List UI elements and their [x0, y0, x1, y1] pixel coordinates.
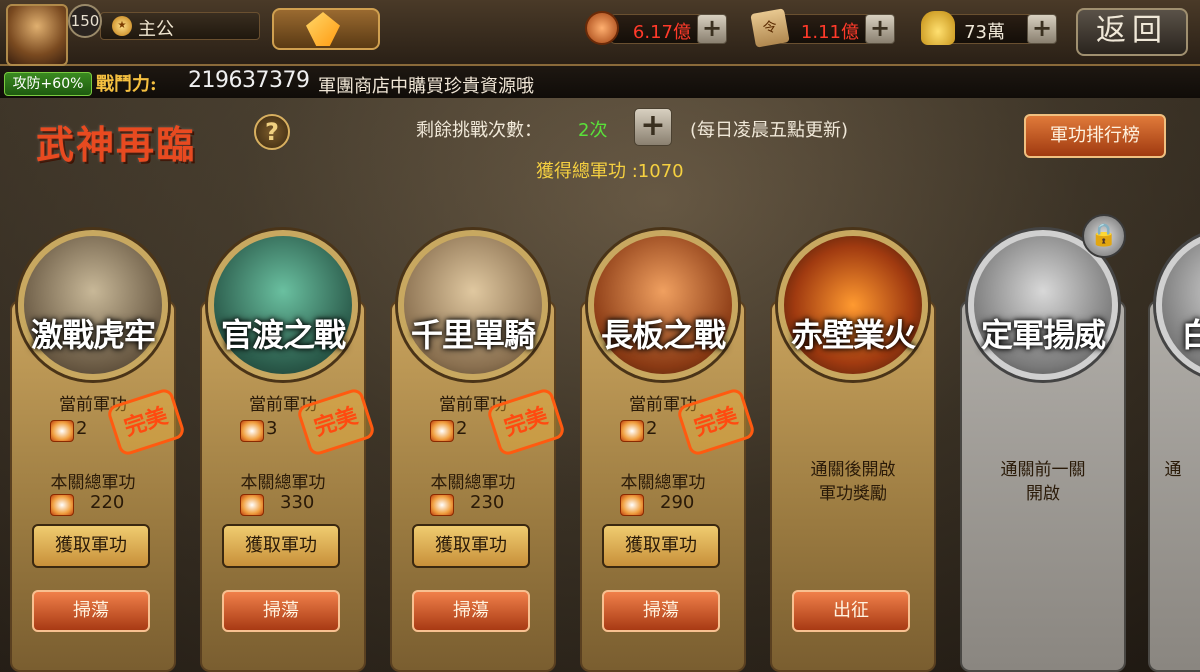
stage-total-label: 本關總軍功 — [50, 473, 136, 493]
stage-artwork[interactable] — [208, 230, 358, 380]
help-button[interactable]: ? — [254, 114, 290, 150]
gold-add-button[interactable]: + — [1027, 14, 1057, 44]
merit-medal-icon — [50, 494, 74, 516]
stage-artwork[interactable] — [398, 230, 548, 380]
merit-medal-icon — [240, 420, 264, 442]
stage-name: 千里單騎 — [410, 316, 536, 354]
get-merit-button[interactable]: 獲取軍功 — [412, 524, 530, 568]
stage-message: 通關後開啟 軍功獎勵 — [810, 460, 896, 504]
merit-medal-icon — [430, 420, 454, 442]
stage-total-value: 230 — [470, 492, 505, 513]
copper-coin-icon — [585, 11, 619, 45]
sweep-button[interactable]: 掃蕩 — [222, 590, 340, 632]
gold-ingot-icon — [921, 11, 955, 45]
news-ticker: 軍團商店中購買珍貴資源哦 — [318, 76, 534, 97]
game-screen: 150 ★ 主公 6.17億 + 令 1.11億 + 73萬 + 返回 攻防+6… — [0, 0, 1200, 672]
stage-card-2: 官渡之戰 當前軍功 3 完美 本關總軍功 330 獲取軍功 掃蕩 — [200, 200, 377, 672]
stage-total-value: 220 — [90, 492, 125, 513]
stage-name: 激戰虎牢 — [30, 316, 156, 354]
merit-medal-icon — [620, 494, 644, 516]
battle-button[interactable]: 出征 — [792, 590, 910, 632]
get-merit-button[interactable]: 獲取軍功 — [32, 524, 150, 568]
power-label: 戰鬥力: — [96, 74, 157, 95]
sweep-button[interactable]: 掃蕩 — [602, 590, 720, 632]
player-level-badge: 150 — [68, 4, 102, 38]
gem-shop-button[interactable] — [272, 8, 380, 50]
stage-message: 通 — [1164, 460, 1182, 480]
stage-total-label: 本關總軍功 — [430, 473, 516, 493]
token-resource: 令 1.11億 + — [750, 8, 895, 48]
add-attempts-button[interactable]: + — [634, 108, 672, 146]
attempts-value: 2次 — [578, 120, 608, 141]
merit-medal-icon — [240, 494, 264, 516]
stage-artwork[interactable] — [778, 230, 928, 380]
stage-artwork[interactable] — [588, 230, 738, 380]
gold-value: 73萬 — [964, 22, 1005, 43]
current-merit-value: 2 — [76, 418, 88, 439]
stage-total-label: 本關總軍功 — [240, 473, 326, 493]
token-add-button[interactable]: + — [865, 14, 895, 44]
token-value: 1.11億 — [800, 22, 859, 43]
attempts-label: 剩餘挑戰次數： — [416, 120, 542, 141]
current-merit-value: 3 — [266, 418, 278, 439]
gold-resource: 73萬 + — [921, 11, 1057, 45]
back-button[interactable]: 返回 — [1076, 8, 1188, 56]
copper-value: 6.17億 — [632, 22, 691, 43]
page-title: 武神再臨 — [36, 122, 197, 167]
merit-medal-icon — [430, 494, 454, 516]
stage-card-3: 千里單騎 當前軍功 2 完美 本關總軍功 230 獲取軍功 掃蕩 — [390, 200, 567, 672]
stage-name: 官渡之戰 — [220, 316, 346, 354]
merit-medal-icon — [620, 420, 644, 442]
stage-total-value: 330 — [280, 492, 315, 513]
stage-artwork[interactable] — [18, 230, 168, 380]
power-value: 219637379 — [188, 68, 310, 93]
stage-card-1: 激戰虎牢 當前軍功 2 完美 本關總軍功 220 獲取軍功 掃蕩 — [10, 200, 187, 672]
player-name: 主公 — [138, 19, 174, 40]
copper-resource: 6.17億 + — [585, 11, 727, 45]
stage-name: 白 — [1181, 316, 1200, 354]
sweep-button[interactable]: 掃蕩 — [412, 590, 530, 632]
merit-medal-icon — [50, 420, 74, 442]
total-merit: 獲得總軍功 :1070 — [536, 161, 684, 182]
player-avatar[interactable] — [6, 4, 68, 66]
copper-add-button[interactable]: + — [697, 14, 727, 44]
stage-name: 赤壁業火 — [790, 316, 916, 354]
stage-total-label: 本關總軍功 — [620, 473, 706, 493]
stage-card-7: 白 通 — [1148, 200, 1200, 672]
merit-token-icon: 令 — [750, 8, 790, 48]
current-merit-value: 2 — [456, 418, 468, 439]
crown-badge-icon: ★ — [112, 16, 132, 36]
sweep-button[interactable]: 掃蕩 — [32, 590, 150, 632]
stage-name: 長板之戰 — [600, 316, 726, 354]
stage-card-6: 🔒 定軍揚威 通關前一關 開啟 — [960, 200, 1126, 672]
merit-ranking-button[interactable]: 軍功排行榜 — [1024, 114, 1166, 158]
gem-icon — [306, 12, 340, 46]
info-bar — [0, 66, 1200, 98]
stage-card-4: 長板之戰 當前軍功 2 完美 本關總軍功 290 獲取軍功 掃蕩 — [580, 200, 757, 672]
attempts-note: (每日凌晨五點更新) — [690, 120, 849, 141]
lock-icon: 🔒 — [1082, 214, 1126, 258]
buff-badge: 攻防+60% — [4, 72, 92, 96]
stage-total-value: 290 — [660, 492, 695, 513]
get-merit-button[interactable]: 獲取軍功 — [222, 524, 340, 568]
stage-card-5: 赤壁業火 通關後開啟 軍功獎勵 出征 — [770, 200, 936, 672]
get-merit-button[interactable]: 獲取軍功 — [602, 524, 720, 568]
current-merit-value: 2 — [646, 418, 658, 439]
